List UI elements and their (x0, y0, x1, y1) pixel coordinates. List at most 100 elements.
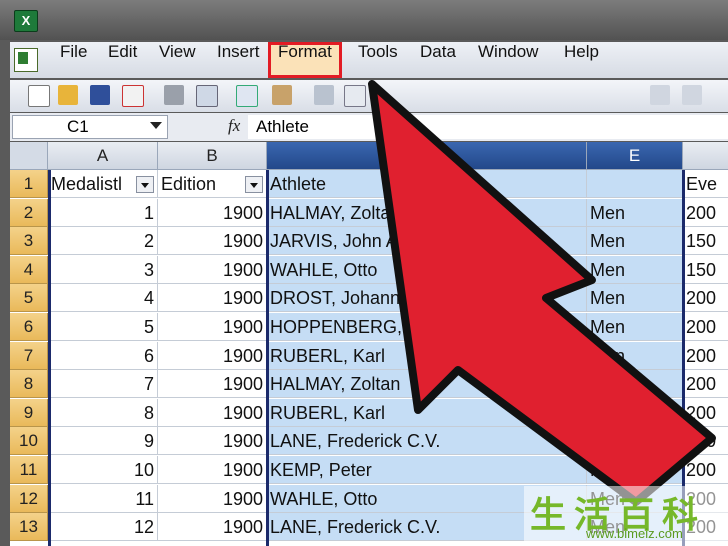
row-header[interactable]: 11 (10, 456, 48, 484)
sort-ascending-icon[interactable] (682, 85, 702, 105)
permission-icon[interactable] (122, 85, 144, 107)
menu-tools[interactable]: Tools (358, 42, 398, 78)
cell-c[interactable]: WAHLE, Otto (267, 256, 587, 284)
cell-b[interactable]: 1900 (158, 485, 267, 513)
cell-b[interactable]: 1900 (158, 399, 267, 427)
cell-a[interactable]: 10 (48, 456, 158, 484)
cell-c[interactable]: HOPPENBERG, Ernst (267, 313, 587, 341)
cell-b[interactable]: 1900 (158, 227, 267, 255)
sort-descending-icon[interactable] (650, 85, 670, 105)
menu-window[interactable]: Window (478, 42, 538, 78)
cell-a[interactable]: 11 (48, 485, 158, 513)
cell-c[interactable]: LANE, Frederick C.V. (267, 427, 587, 455)
cell-e[interactable]: Men (587, 370, 683, 398)
cut-icon[interactable] (314, 85, 334, 105)
cell-e[interactable]: Men (587, 199, 683, 227)
row-header[interactable]: 7 (10, 342, 48, 370)
cell-a[interactable]: 8 (48, 399, 158, 427)
save-icon[interactable] (90, 85, 110, 105)
cell-c[interactable]: JARVIS, John Arthur (267, 227, 587, 255)
cell-c[interactable]: DROST, Johannes (267, 284, 587, 312)
workbook-icon[interactable] (14, 48, 38, 72)
column-header-a[interactable]: A (48, 142, 158, 170)
row-header[interactable]: 3 (10, 227, 48, 255)
cell-a[interactable]: 5 (48, 313, 158, 341)
function-icon[interactable]: fx (228, 116, 240, 136)
cell-a[interactable]: 9 (48, 427, 158, 455)
cell-f[interactable]: Eve (683, 170, 728, 198)
cell-f[interactable]: 200 (683, 342, 728, 370)
cell-b[interactable]: 1900 (158, 342, 267, 370)
cell-b[interactable]: 1900 (158, 199, 267, 227)
cell-c[interactable]: RUBERL, Karl (267, 399, 587, 427)
row-header[interactable]: 2 (10, 199, 48, 227)
cell-f[interactable]: 150 (683, 256, 728, 284)
formula-input[interactable]: Athlete (248, 115, 728, 139)
cell-c[interactable]: RUBERL, Karl (267, 342, 587, 370)
cell-f[interactable]: 200 (683, 199, 728, 227)
open-icon[interactable] (58, 85, 78, 105)
name-box[interactable]: C1 (12, 115, 168, 139)
row-header[interactable]: 10 (10, 427, 48, 455)
new-icon[interactable] (28, 85, 50, 107)
menu-data[interactable]: Data (420, 42, 456, 78)
cell-e[interactable]: Men (587, 227, 683, 255)
row-header[interactable]: 6 (10, 313, 48, 341)
spelling-icon[interactable] (236, 85, 258, 107)
row-header[interactable]: 9 (10, 399, 48, 427)
cell-e[interactable]: Men (587, 399, 683, 427)
column-header-f[interactable] (683, 142, 728, 170)
cell-e[interactable]: Men (587, 456, 683, 484)
cell-b[interactable]: 1900 (158, 256, 267, 284)
cell-c[interactable]: HALMAY, Zoltan (267, 199, 587, 227)
row-header[interactable]: 8 (10, 370, 48, 398)
column-header-b[interactable]: B (158, 142, 267, 170)
cell-e[interactable]: Men (587, 256, 683, 284)
cell-f[interactable]: 200 (683, 284, 728, 312)
autofilter-dropdown-icon[interactable] (136, 176, 154, 193)
cell-f[interactable]: 150 (683, 227, 728, 255)
cell-a[interactable]: 2 (48, 227, 158, 255)
cell-e[interactable]: Men (587, 284, 683, 312)
row-header[interactable]: 5 (10, 284, 48, 312)
row-header[interactable]: 12 (10, 485, 48, 513)
cell-b[interactable]: 1900 (158, 284, 267, 312)
menu-file[interactable]: File (60, 42, 87, 78)
cell-f[interactable]: 200 (683, 399, 728, 427)
row-header[interactable]: 4 (10, 256, 48, 284)
menu-format[interactable]: Format (268, 42, 342, 78)
cell-f[interactable]: 200 (683, 427, 728, 455)
cell-c[interactable]: HALMAY, Zoltan (267, 370, 587, 398)
cell-b[interactable]: 1900 (158, 370, 267, 398)
menu-help[interactable]: Help (564, 42, 599, 78)
cell-a[interactable]: 3 (48, 256, 158, 284)
cell-a[interactable]: 12 (48, 513, 158, 541)
excel-icon[interactable]: X (14, 10, 38, 32)
autofilter-dropdown-icon[interactable] (245, 176, 263, 193)
chevron-down-icon[interactable] (150, 122, 162, 129)
research-icon[interactable] (272, 85, 292, 105)
column-header-e[interactable]: E (587, 142, 683, 170)
print-icon[interactable] (164, 85, 184, 105)
column-header-c[interactable]: C (267, 142, 587, 170)
cell-e[interactable]: Men (587, 342, 683, 370)
print-preview-icon[interactable] (196, 85, 218, 107)
select-all-corner[interactable] (10, 142, 48, 170)
copy-icon[interactable] (344, 85, 366, 107)
cell-c[interactable]: Athlete (267, 170, 587, 198)
cell-c[interactable]: KEMP, Peter (267, 456, 587, 484)
cell-a[interactable]: 4 (48, 284, 158, 312)
cell-f[interactable]: 200 (683, 456, 728, 484)
cell-b[interactable]: 1900 (158, 513, 267, 541)
menu-edit[interactable]: Edit (108, 42, 137, 78)
cell-e[interactable] (587, 170, 683, 198)
row-header[interactable]: 13 (10, 513, 48, 541)
menu-view[interactable]: View (159, 42, 196, 78)
cell-f[interactable]: 200 (683, 370, 728, 398)
cell-a[interactable]: 7 (48, 370, 158, 398)
menu-insert[interactable]: Insert (217, 42, 260, 78)
cell-b[interactable]: 1900 (158, 427, 267, 455)
cell-e[interactable]: Men (587, 427, 683, 455)
cell-a[interactable]: 1 (48, 199, 158, 227)
row-header[interactable]: 1 (10, 170, 48, 198)
